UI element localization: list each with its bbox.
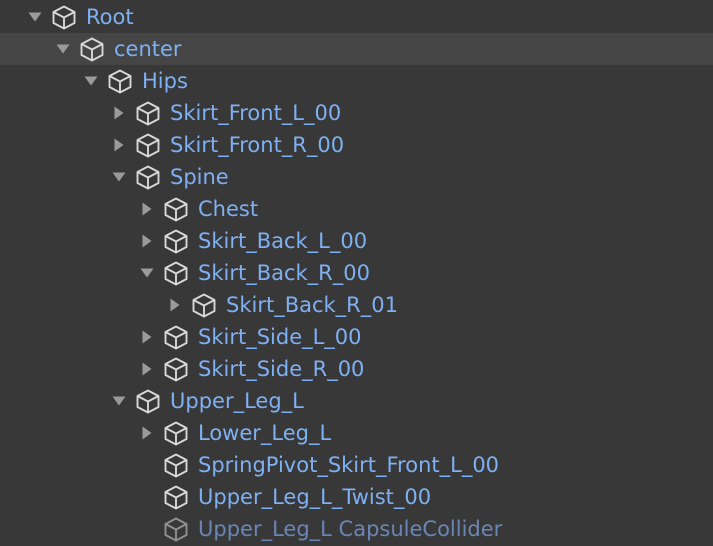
collapse-arrow-icon[interactable] bbox=[139, 201, 155, 217]
tree-row[interactable]: SpringPivot_Skirt_Front_L_00 bbox=[0, 449, 713, 481]
collapse-arrow-icon[interactable] bbox=[139, 425, 155, 441]
cube-icon bbox=[135, 164, 161, 190]
tree-row[interactable]: Chest bbox=[0, 193, 713, 225]
tree-item-label: Root bbox=[86, 5, 134, 29]
tree-row[interactable]: Upper_Leg_L CapsuleCollider bbox=[0, 513, 713, 545]
expand-arrow-icon[interactable] bbox=[27, 9, 43, 25]
collapse-arrow-icon[interactable] bbox=[111, 105, 127, 121]
tree-row[interactable]: Lower_Leg_L bbox=[0, 417, 713, 449]
tree-item-label: center bbox=[114, 37, 182, 61]
cube-icon bbox=[163, 260, 189, 286]
tree-item-label: Skirt_Front_L_00 bbox=[170, 101, 342, 125]
cube-icon bbox=[135, 388, 161, 414]
collapse-arrow-icon[interactable] bbox=[167, 297, 183, 313]
tree-row[interactable]: Skirt_Front_R_00 bbox=[0, 129, 713, 161]
tree-item-label: Skirt_Back_L_00 bbox=[198, 229, 368, 253]
cube-icon bbox=[163, 324, 189, 350]
collapse-arrow-icon[interactable] bbox=[139, 329, 155, 345]
tree-row[interactable]: center bbox=[0, 33, 713, 65]
cube-icon bbox=[163, 196, 189, 222]
tree-row[interactable]: Upper_Leg_L bbox=[0, 385, 713, 417]
tree-item-label: Upper_Leg_L CapsuleCollider bbox=[198, 517, 503, 541]
expand-arrow-icon[interactable] bbox=[139, 265, 155, 281]
expand-arrow-icon[interactable] bbox=[111, 393, 127, 409]
cube-icon bbox=[191, 292, 217, 318]
cube-icon bbox=[79, 36, 105, 62]
tree-item-label: Skirt_Back_R_01 bbox=[226, 293, 398, 317]
cube-icon bbox=[163, 356, 189, 382]
tree-row[interactable]: Hips bbox=[0, 65, 713, 97]
cube-icon bbox=[135, 100, 161, 126]
tree-item-label: Upper_Leg_L bbox=[170, 389, 304, 413]
expand-arrow-icon[interactable] bbox=[55, 41, 71, 57]
cube-icon bbox=[135, 132, 161, 158]
tree-item-label: SpringPivot_Skirt_Front_L_00 bbox=[198, 453, 500, 477]
tree-item-label: Skirt_Side_R_00 bbox=[198, 357, 365, 381]
cube-icon bbox=[163, 484, 189, 510]
tree-row[interactable]: Skirt_Front_L_00 bbox=[0, 97, 713, 129]
tree-row[interactable]: Skirt_Back_R_00 bbox=[0, 257, 713, 289]
tree-row[interactable]: Skirt_Side_L_00 bbox=[0, 321, 713, 353]
tree-row[interactable]: Skirt_Side_R_00 bbox=[0, 353, 713, 385]
expand-arrow-icon[interactable] bbox=[111, 169, 127, 185]
tree-row[interactable]: Skirt_Back_L_00 bbox=[0, 225, 713, 257]
collapse-arrow-icon[interactable] bbox=[139, 233, 155, 249]
tree-row[interactable]: Root bbox=[0, 1, 713, 33]
tree-item-label: Skirt_Front_R_00 bbox=[170, 133, 345, 157]
tree-row[interactable]: Spine bbox=[0, 161, 713, 193]
tree-item-label: Chest bbox=[198, 197, 259, 221]
cube-icon bbox=[163, 516, 189, 542]
collapse-arrow-icon[interactable] bbox=[111, 137, 127, 153]
tree-row[interactable]: Upper_Leg_L_Twist_00 bbox=[0, 481, 713, 513]
tree-item-label: Skirt_Back_R_00 bbox=[198, 261, 370, 285]
cube-icon bbox=[107, 68, 133, 94]
cube-icon bbox=[163, 228, 189, 254]
cube-icon bbox=[51, 4, 77, 30]
expand-arrow-icon[interactable] bbox=[83, 73, 99, 89]
cube-icon bbox=[163, 452, 189, 478]
tree-item-label: Skirt_Side_L_00 bbox=[198, 325, 362, 349]
tree-item-label: Hips bbox=[142, 69, 188, 93]
tree-row[interactable]: Skirt_Back_R_01 bbox=[0, 289, 713, 321]
collapse-arrow-icon[interactable] bbox=[139, 361, 155, 377]
hierarchy-panel: Root center Hips Skirt_Front_L_00 Skirt_Fron… bbox=[0, 0, 713, 546]
tree-item-label: Spine bbox=[170, 165, 229, 189]
cube-icon bbox=[163, 420, 189, 446]
tree-item-label: Lower_Leg_L bbox=[198, 421, 332, 445]
tree-item-label: Upper_Leg_L_Twist_00 bbox=[198, 485, 432, 509]
